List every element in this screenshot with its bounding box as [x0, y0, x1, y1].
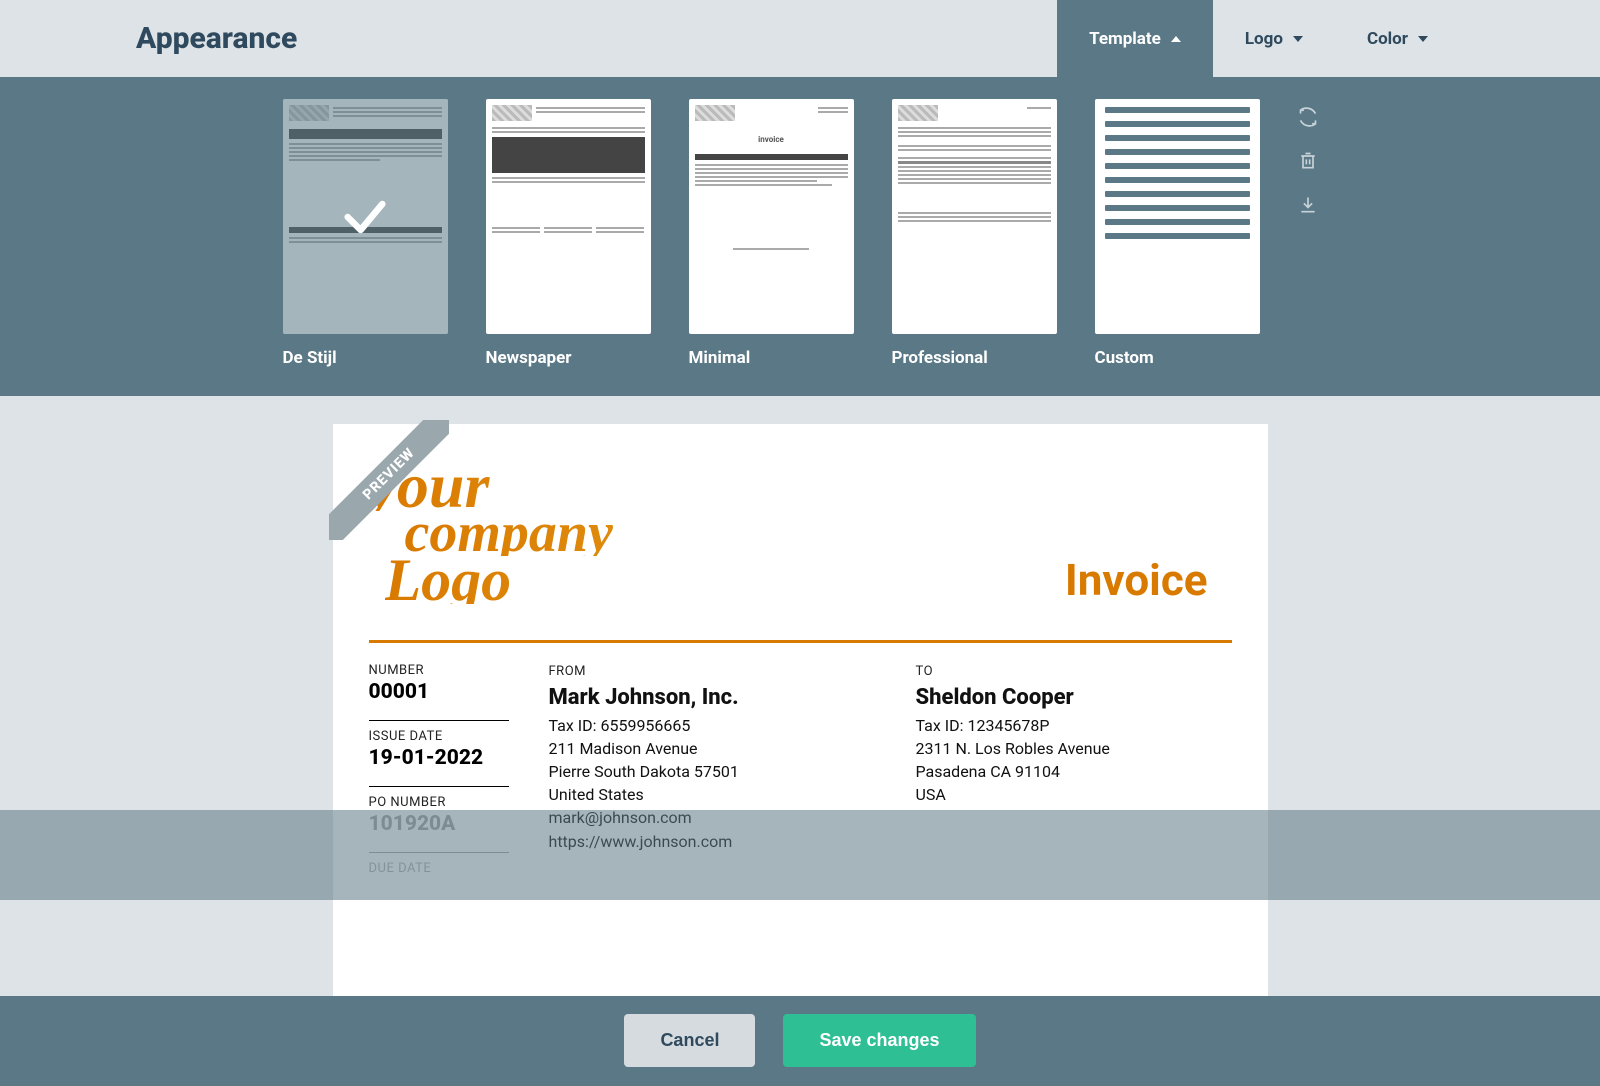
to-block: TO Sheldon Cooper Tax ID: 12345678P 2311… — [892, 661, 1232, 876]
document-title: Invoice — [1065, 554, 1208, 606]
template-option-minimal[interactable]: invoice Minimal — [689, 99, 854, 368]
chevron-up-icon — [1171, 36, 1181, 42]
template-thumb[interactable] — [892, 99, 1057, 334]
logo-line-2: company — [405, 511, 1232, 556]
tab-logo[interactable]: Logo — [1213, 0, 1335, 77]
template-label: Professional — [892, 348, 1057, 368]
chevron-down-icon — [1293, 36, 1303, 42]
tab-label: Color — [1367, 29, 1408, 49]
from-country: United States — [549, 783, 892, 806]
to-addr2: Pasadena CA 91104 — [916, 760, 1232, 783]
page-title: Appearance — [136, 21, 1057, 56]
to-label: TO — [916, 663, 1232, 682]
to-addr1: 2311 N. Los Robles Avenue — [916, 737, 1232, 760]
from-name: Mark Johnson, Inc. — [549, 682, 892, 714]
po-number-label: PO NUMBER — [369, 795, 549, 810]
template-label: Custom — [1095, 348, 1260, 368]
field-underline — [369, 852, 509, 853]
header-tabs: Template Logo Color — [1057, 0, 1600, 77]
cancel-button[interactable]: Cancel — [624, 1014, 755, 1067]
from-addr2: Pierre South Dakota 57501 — [549, 760, 892, 783]
from-label: FROM — [549, 663, 892, 682]
template-label: Minimal — [689, 348, 854, 368]
chevron-down-icon — [1418, 36, 1428, 42]
due-date-label: DUE DATE — [369, 861, 549, 876]
from-block: FROM Mark Johnson, Inc. Tax ID: 65599566… — [549, 661, 892, 876]
to-country: USA — [916, 783, 1232, 806]
replace-icon[interactable] — [1298, 107, 1318, 127]
template-picker: De Stijl Newspaper invoice — [0, 77, 1600, 396]
invoice-meta-column: NUMBER 00001 ISSUE DATE 19-01-2022 PO NU… — [369, 661, 549, 876]
invoice-preview: PREVIEW your company Logo Invoice NUMBER… — [333, 424, 1268, 996]
template-side-actions — [1298, 99, 1318, 368]
header-bar: Appearance Template Logo Color — [0, 0, 1600, 77]
preview-area: PREVIEW your company Logo Invoice NUMBER… — [0, 396, 1600, 996]
field-underline — [369, 720, 509, 721]
issue-date-value: 19-01-2022 — [369, 746, 549, 770]
tab-label: Template — [1089, 29, 1161, 49]
check-icon — [339, 191, 391, 243]
footer-action-bar: Cancel Save changes — [0, 996, 1600, 1086]
template-option-newspaper[interactable]: Newspaper — [486, 99, 651, 368]
template-option-professional[interactable]: Professional — [892, 99, 1057, 368]
save-button[interactable]: Save changes — [783, 1014, 975, 1067]
template-option-de-stijl[interactable]: De Stijl — [283, 99, 448, 368]
template-option-custom[interactable]: Custom — [1095, 99, 1260, 368]
invoice-columns: NUMBER 00001 ISSUE DATE 19-01-2022 PO NU… — [369, 661, 1232, 876]
template-thumb[interactable] — [486, 99, 651, 334]
from-addr1: 211 Madison Avenue — [549, 737, 892, 760]
download-icon[interactable] — [1298, 195, 1318, 215]
template-thumb[interactable] — [283, 99, 448, 334]
from-web: https://www.johnson.com — [549, 830, 892, 853]
template-thumb[interactable] — [1095, 99, 1260, 334]
issue-date-label: ISSUE DATE — [369, 729, 549, 744]
template-label: De Stijl — [283, 348, 448, 368]
number-value: 00001 — [369, 680, 549, 704]
from-email: mark@johnson.com — [549, 806, 892, 829]
to-name: Sheldon Cooper — [916, 682, 1232, 714]
from-tax: Tax ID: 6559956665 — [549, 714, 892, 737]
template-thumb[interactable]: invoice — [689, 99, 854, 334]
tab-template[interactable]: Template — [1057, 0, 1213, 77]
to-tax: Tax ID: 12345678P — [916, 714, 1232, 737]
number-label: NUMBER — [369, 663, 549, 678]
tab-color[interactable]: Color — [1335, 0, 1460, 77]
trash-icon[interactable] — [1298, 151, 1318, 171]
po-number-value: 101920A — [369, 812, 549, 836]
tab-label: Logo — [1245, 29, 1283, 49]
field-underline — [369, 786, 509, 787]
template-label: Newspaper — [486, 348, 651, 368]
divider — [369, 640, 1232, 643]
